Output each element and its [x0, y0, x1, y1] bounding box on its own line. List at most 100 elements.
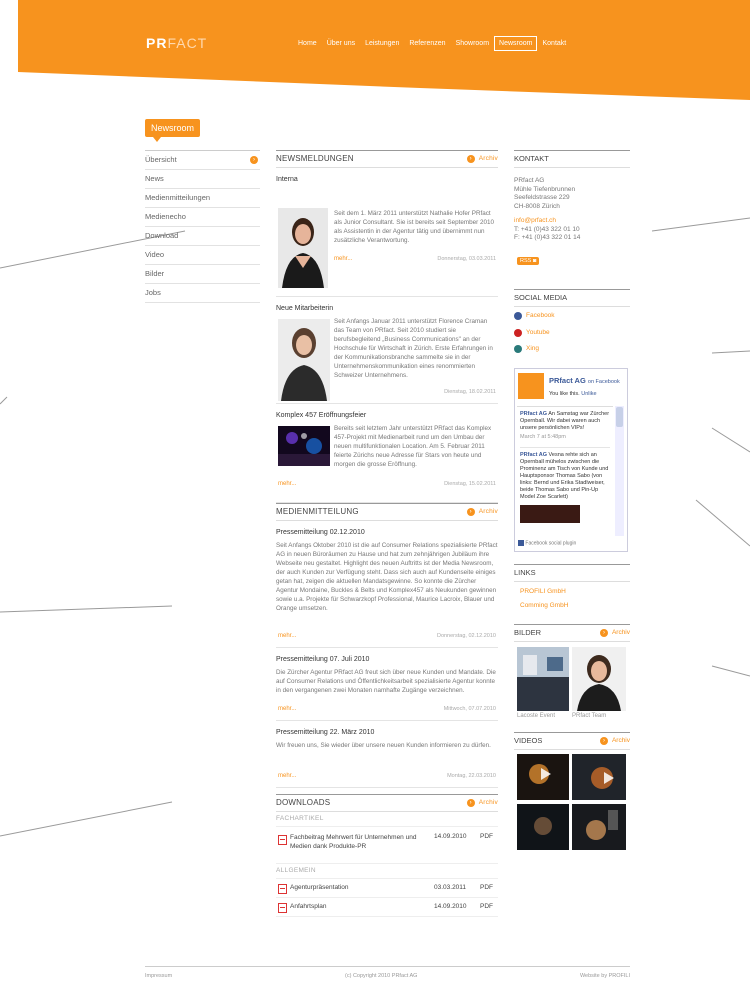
arrow-icon: › [466, 155, 475, 163]
news-item: Komplex 457 Eröffnungsfeier Bereits seit… [276, 404, 498, 503]
impressum-link[interactable]: Impressum [145, 973, 172, 979]
download-row[interactable]: Anfahrtsplan 14.09.2010 PDF [276, 898, 498, 917]
menu-item-übersicht[interactable]: Übersicht › [145, 150, 260, 170]
pdf-icon [278, 903, 287, 913]
xing-link[interactable]: Xing [514, 345, 539, 353]
image-caption: Lacoste Event [517, 713, 556, 719]
download-title: Fachbeitrag Mehrwert für Unternehmen und… [290, 834, 417, 850]
more-link[interactable]: mehr... [278, 481, 296, 487]
download-row[interactable]: Agenturpräsentation 03.03.2011 PDF [276, 879, 498, 898]
arrow-icon: › [599, 629, 608, 637]
download-type: PDF [480, 884, 493, 891]
archive-link[interactable]: › Archiv [599, 733, 630, 749]
menu-item-label: News [145, 174, 164, 183]
image-thumbnail[interactable] [517, 647, 569, 711]
download-row[interactable]: Fachbeitrag Mehrwert für Unternehmen und… [276, 827, 498, 864]
rss-icon: ◙ [532, 258, 537, 264]
address-line: PRfact AG [514, 177, 545, 184]
press-text: Wir freuen uns, Sie wieder über unsere n… [276, 742, 491, 749]
menu-item-bilder[interactable]: Bilder [145, 265, 260, 284]
address-line: Mühle Tiefenbrunnen [514, 185, 576, 193]
right-sidebar: KONTAKT PRfact AG Mühle Tiefenbrunnen Se… [514, 150, 630, 850]
videos-header: VIDEOS › Archiv [514, 732, 630, 750]
more-link[interactable]: mehr... [334, 256, 352, 262]
news-photo [278, 319, 330, 401]
menu-item-jobs[interactable]: Jobs [145, 284, 260, 303]
news-photo [278, 426, 330, 466]
address-line: CH-8008 Zürich [514, 202, 560, 210]
menu-item-video[interactable]: Video [145, 246, 260, 265]
bilder-header: BILDER › Archiv [514, 624, 630, 642]
section-title: DOWNLOADS [276, 798, 331, 807]
download-title: Agenturpräsentation [290, 884, 349, 891]
rss-button[interactable]: RSS ◙ [517, 257, 540, 265]
menu-item-news[interactable]: News [145, 170, 260, 189]
facebook-icon [518, 540, 524, 546]
menu-item-label: Jobs [145, 288, 161, 297]
press-date: Mittwoch, 07.07.2010 [443, 706, 496, 712]
press-date: Donnerstag, 02.12.2010 [436, 633, 496, 639]
download-date: 14.09.2010 [434, 833, 467, 840]
download-group-title: ALLGEMEIN [276, 864, 498, 879]
press-item: Pressemitteilung 07. Juli 2010 Die Zürch… [276, 648, 498, 721]
facebook-page-name[interactable]: PRfact AG on Facebook [549, 376, 620, 385]
facebook-widget: PRfact AG on Facebook You like this. Unl… [514, 368, 628, 552]
news-date: Donnerstag, 03.03.2011 [437, 256, 496, 262]
menu-item-medienmitteilungen[interactable]: Medienmitteilungen [145, 189, 260, 208]
main-content: NEWSMELDUNGEN › Archiv Interna Seit dem 1… [276, 150, 498, 917]
pdf-icon [278, 884, 287, 894]
press-text: Seit Anfangs Oktober 2010 ist die auf Co… [276, 542, 498, 612]
archive-link[interactable]: › Archiv [599, 625, 630, 641]
press-item: Pressemitteilung 22. März 2010 Wir freue… [276, 721, 498, 788]
more-link[interactable]: mehr... [278, 633, 296, 639]
section-title: LINKS [514, 568, 536, 577]
download-date: 14.09.2010 [434, 903, 467, 910]
pdf-icon [278, 835, 287, 845]
menu-item-medienecho[interactable]: Medienecho [145, 208, 260, 227]
menu-item-label: Übersicht [145, 155, 177, 164]
video-thumbnail[interactable] [517, 804, 569, 850]
youtube-link[interactable]: Youtube [514, 329, 550, 337]
news-title: Neue Mitarbeiterin [276, 305, 334, 312]
press-title: Pressemitteilung 07. Juli 2010 [276, 656, 370, 663]
news-item: Neue Mitarbeiterin Seit Anfangs Januar 2… [276, 297, 498, 404]
facebook-link[interactable]: Facebook [514, 312, 555, 320]
menu-item-label: Bilder [145, 269, 165, 278]
news-text: Bereits seit letztem Jahr unterstützt PR… [334, 425, 492, 468]
archive-link[interactable]: › Archiv [466, 795, 498, 811]
press-text: Die Zürcher Agentur PRfact AG freut sich… [276, 669, 496, 694]
section-title: KONTAKT [514, 154, 549, 163]
download-group-title: FACHARTIKEL [276, 812, 498, 827]
address-line: Seefeldstrasse 229 [514, 194, 570, 201]
news-date: Dienstag, 18.02.2011 [444, 389, 496, 395]
address-block: PRfact AG Mühle Tiefenbrunnen Seefeldstr… [514, 177, 630, 243]
archive-link[interactable]: › Archiv [466, 504, 498, 520]
news-item: Interna Seit dem 1. März 2011 unterstütz… [276, 168, 498, 297]
newsroom-tag: Newsroom [145, 119, 201, 142]
link-item[interactable]: PROFILI GmbH [520, 588, 566, 595]
video-thumbnail[interactable] [572, 804, 626, 850]
facebook-stream[interactable]: PRfact AG An Samstag war Zürcher Opernba… [517, 406, 613, 537]
facebook-page-avatar [518, 373, 544, 399]
news-photo [278, 208, 328, 288]
press-title: Pressemitteilung 02.12.2010 [276, 529, 365, 536]
copyright: (c) Copyright 2010 PRfact AG [345, 973, 418, 979]
archive-link[interactable]: › Archiv [466, 151, 498, 167]
section-title: MEDIENMITTEILUNG [276, 507, 359, 516]
press-date: Montag, 22.03.2010 [447, 773, 496, 779]
image-thumbnail[interactable] [572, 647, 626, 711]
news-text: Seit dem 1. März 2011 unterstützt Nathal… [334, 210, 494, 244]
download-date: 03.03.2011 [434, 884, 467, 891]
video-thumbnail[interactable] [517, 754, 569, 800]
menu-item-download[interactable]: Download [145, 227, 260, 246]
fax: F: +41 (0)43 322 01 14 [514, 234, 581, 241]
unlike-link[interactable]: Unlike [581, 391, 596, 397]
scrollbar[interactable] [615, 406, 624, 536]
video-thumbnail[interactable] [572, 754, 626, 800]
image-caption: PRfact Team [572, 713, 607, 719]
more-link[interactable]: mehr... [278, 773, 296, 779]
credit-link[interactable]: Website by PROFILI [580, 973, 630, 979]
email-link[interactable]: info@prfact.ch [514, 217, 556, 224]
link-item[interactable]: Comming GmbH [520, 602, 568, 609]
more-link[interactable]: mehr... [278, 706, 296, 712]
